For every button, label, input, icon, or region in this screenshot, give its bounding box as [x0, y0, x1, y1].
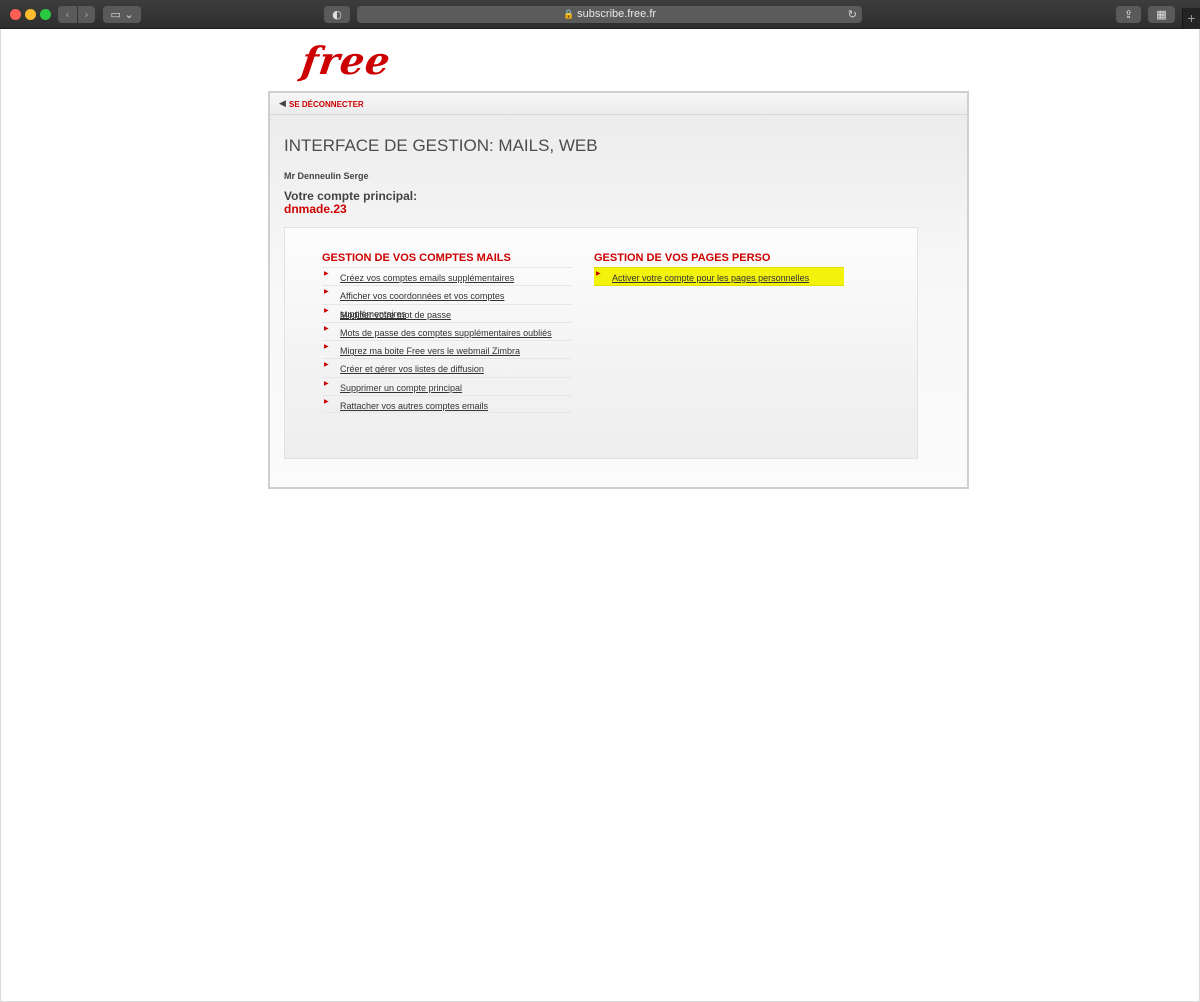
bullet-icon: ▶: [324, 271, 329, 277]
list-item: ▶ Modifier votre mot de passe: [322, 303, 572, 322]
zoom-window-button[interactable]: [40, 9, 51, 20]
perso-links-list: ▶ Activer votre compte pour les pages per…: [594, 267, 844, 286]
account-label: Votre compte principal:: [284, 189, 418, 203]
attach-other-accounts-link[interactable]: Rattacher vos autres comptes emails: [340, 401, 488, 411]
chevron-left-icon[interactable]: ‹: [58, 6, 77, 23]
mailing-lists-link[interactable]: Créer et gérer vos listes de diffusion: [340, 364, 484, 374]
bullet-icon: ▶: [596, 271, 601, 277]
list-item: ▶ Activer votre compte pour les pages per…: [594, 267, 844, 286]
bullet-icon: ▶: [324, 362, 329, 369]
forgotten-passwords-link[interactable]: Mots de passe des comptes supplémentaire…: [340, 328, 552, 338]
free-logo[interactable]: free: [299, 38, 394, 83]
page-title: INTERFACE DE GESTION: MAILS, WEB: [284, 136, 598, 155]
management-panel: ◀ SE DÉCONNECTER INTERFACE DE GESTION: M…: [268, 91, 969, 489]
browser-toolbar: ‹ › ▭ ⌄ ◐ 🔒 subscribe.free.fr ↻ ⇪ ▦ +: [0, 0, 1200, 29]
bullet-icon: ▶: [324, 307, 329, 314]
logout-link[interactable]: SE DÉCONNECTER: [289, 100, 364, 109]
mail-links-list: ▶ Créez vos comptes emails supplémentaire…: [322, 267, 572, 414]
bullet-icon: ▶: [324, 399, 329, 406]
url-text: subscribe.free.fr: [577, 8, 657, 20]
caret-left-icon: ◀: [279, 98, 286, 108]
sidebar-icon[interactable]: ▭ ⌄: [103, 6, 141, 23]
mail-section: GESTION DE VOS COMPTES MAILS ▶ Créez vos …: [322, 252, 572, 414]
bullet-icon: ▶: [324, 380, 329, 387]
bullet-icon: ▶: [324, 289, 329, 296]
minimize-window-button[interactable]: [25, 9, 36, 20]
perso-section-title: GESTION DE VOS PAGES PERSO: [594, 252, 771, 264]
delete-main-account-link[interactable]: Supprimer un compte principal: [340, 383, 462, 393]
list-item: ▶ Supprimer un compte principal: [322, 376, 572, 395]
shield-icon[interactable]: ◐: [324, 6, 350, 23]
panel-topbar: ◀ SE DÉCONNECTER: [270, 93, 967, 115]
list-item: ▶ Rattacher vos autres comptes emails: [322, 395, 572, 414]
change-password-link[interactable]: Modifier votre mot de passe: [340, 310, 451, 320]
tabs-overview-icon[interactable]: ▦: [1148, 6, 1175, 23]
plus-icon[interactable]: +: [1182, 8, 1200, 29]
reload-icon[interactable]: ↻: [848, 6, 857, 23]
activate-personal-pages-link[interactable]: Activer votre compte pour les pages pers…: [612, 273, 809, 283]
bullet-icon: ▶: [324, 325, 329, 332]
lock-icon: 🔒: [562, 9, 575, 19]
close-window-button[interactable]: [10, 9, 21, 20]
chevron-right-icon[interactable]: ›: [78, 6, 95, 23]
create-email-accounts-link[interactable]: Créez vos comptes emails supplémentaires: [340, 273, 514, 283]
list-item: ▶ Afficher vos coordonnées et vos comptes…: [322, 285, 572, 319]
account-id: dnmade.23: [284, 202, 347, 216]
list-item: ▶ Migrez ma boite Free vers le webmail Zi…: [322, 340, 572, 358]
user-name: Mr Denneulin Serge: [284, 171, 369, 181]
address-bar[interactable]: 🔒 subscribe.free.fr ↻: [357, 6, 862, 23]
share-icon[interactable]: ⇪: [1116, 6, 1141, 23]
perso-section: GESTION DE VOS PAGES PERSO ▶ Activer votr…: [594, 252, 844, 286]
mail-section-title: GESTION DE VOS COMPTES MAILS: [322, 252, 511, 264]
panel-content: INTERFACE DE GESTION: MAILS, WEB Mr Denn…: [270, 115, 967, 487]
list-item: ▶ Mots de passe des comptes supplémentair…: [322, 321, 572, 340]
services-box: GESTION DE VOS COMPTES MAILS ▶ Créez vos …: [284, 227, 918, 459]
bullet-icon: ▶: [324, 344, 329, 351]
migrate-zimbra-link[interactable]: Migrez ma boite Free vers le webmail Zim…: [340, 346, 520, 356]
list-item: ▶ Créer et gérer vos listes de diffusion: [322, 358, 572, 376]
list-item: ▶ Créez vos comptes emails supplémentaire…: [322, 267, 572, 285]
